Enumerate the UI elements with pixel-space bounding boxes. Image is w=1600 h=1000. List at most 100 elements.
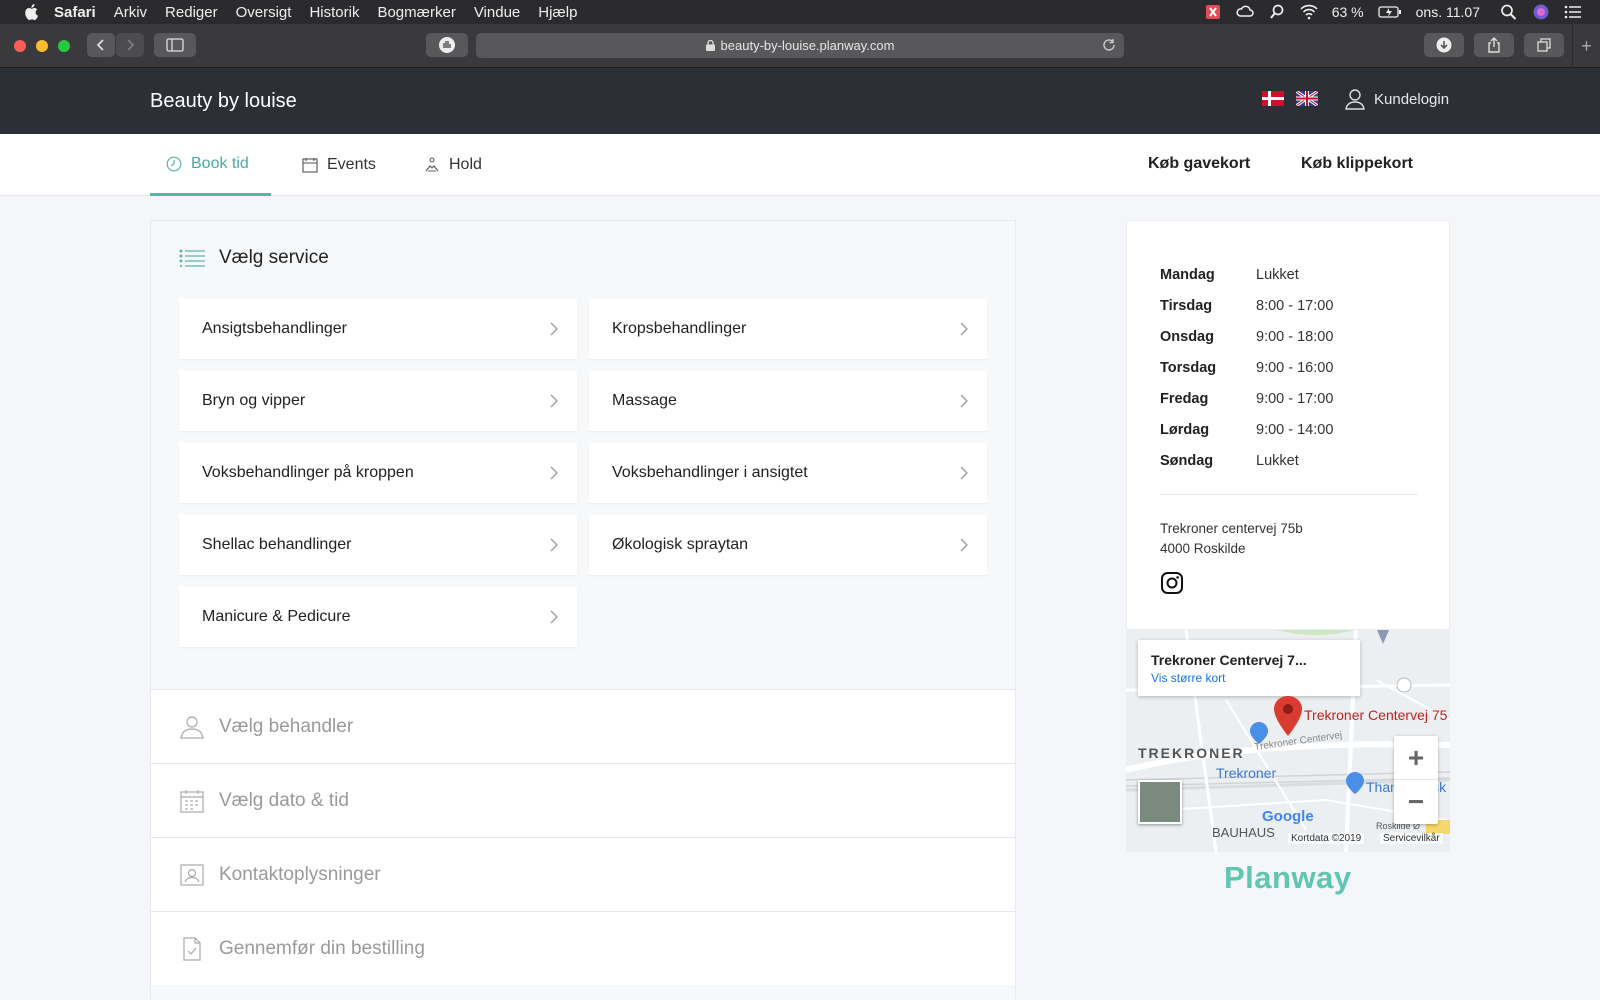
buy-punchcard-link[interactable]: Køb klippekort: [1301, 155, 1413, 173]
buy-giftcard-link[interactable]: Køb gavekort: [1148, 155, 1250, 173]
map-terms-link[interactable]: Servicevilkår: [1380, 833, 1443, 844]
day-label: Tirsdag: [1160, 297, 1213, 314]
chevron-right-icon: [550, 322, 558, 336]
time-label: 9:00 - 14:00: [1256, 421, 1334, 438]
time-label: 9:00 - 18:00: [1256, 328, 1334, 345]
map-pin-label: Trekroner Centervej 75: [1304, 707, 1448, 723]
reload-icon[interactable]: [1102, 38, 1116, 52]
tab-label: Hold: [449, 156, 482, 173]
download-icon: [1436, 37, 1452, 53]
chevron-right-icon: [550, 466, 558, 480]
tab-events[interactable]: Events: [302, 134, 376, 196]
sidebar-toggle-button[interactable]: [154, 33, 196, 57]
step-label: Vælg behandler: [219, 715, 354, 737]
menu-bogmaerker[interactable]: Bogmærker: [377, 4, 455, 21]
privacy-button[interactable]: [426, 33, 468, 57]
service-label: Kropsbehandlinger: [612, 320, 747, 337]
siri-icon[interactable]: [1532, 4, 1550, 20]
step-contact-info[interactable]: Kontaktoplysninger: [151, 837, 1015, 911]
menu-arkiv[interactable]: Arkiv: [114, 4, 147, 21]
minimize-window-button[interactable]: [36, 40, 48, 52]
forward-button[interactable]: [116, 33, 144, 57]
service-item[interactable]: Voksbehandlinger på kroppen: [179, 443, 577, 503]
instagram-icon[interactable]: [1160, 571, 1184, 595]
wifi-icon[interactable]: [1300, 4, 1318, 20]
day-label: Mandag: [1160, 266, 1215, 283]
view-larger-map-link[interactable]: Vis større kort: [1151, 671, 1360, 685]
planway-logo[interactable]: Planway: [1224, 860, 1352, 896]
brand-name[interactable]: Beauty by louise: [150, 90, 297, 113]
downloads-button[interactable]: [1424, 33, 1464, 57]
user-icon: [1345, 89, 1365, 110]
service-item[interactable]: Bryn og vipper: [179, 371, 577, 431]
map-data-credit: Kortdata ©2019: [1288, 833, 1365, 844]
service-item[interactable]: Manicure & Pedicure: [179, 587, 577, 647]
apple-icon[interactable]: [24, 4, 38, 20]
notification-center-icon[interactable]: [1564, 4, 1582, 20]
time-label: Lukket: [1256, 266, 1299, 283]
browser-toolbar: beauty-by-louise.planway.com +: [0, 24, 1600, 68]
zoom-window-button[interactable]: [58, 40, 70, 52]
customer-login-link[interactable]: Kundelogin: [1345, 88, 1449, 110]
service-item[interactable]: Shellac behandlinger: [179, 515, 577, 575]
battery-charging-icon[interactable]: [1377, 4, 1402, 20]
tab-hold[interactable]: Hold: [424, 134, 482, 196]
address-line: 4000 Roskilde: [1160, 541, 1246, 556]
chevron-right-icon: [550, 394, 558, 408]
menu-app-safari[interactable]: Safari: [54, 4, 96, 21]
location-map[interactable]: Trekroner Centervej 7... Vis større kort…: [1126, 630, 1450, 852]
macos-menu-bar: Safari Arkiv Rediger Oversigt Historik B…: [0, 0, 1600, 24]
step-choose-date[interactable]: Vælg dato & tid: [151, 763, 1015, 837]
service-item[interactable]: Økologisk spraytan: [589, 515, 987, 575]
menu-vindue[interactable]: Vindue: [474, 4, 520, 21]
menu-historik[interactable]: Historik: [309, 4, 359, 21]
spotlight-alt-icon[interactable]: [1268, 4, 1286, 20]
menu-clock[interactable]: ons. 11.07: [1416, 4, 1480, 20]
search-icon[interactable]: [1500, 4, 1518, 20]
danish-flag-icon[interactable]: [1262, 91, 1284, 106]
menu-oversigt[interactable]: Oversigt: [236, 4, 292, 21]
time-label: 9:00 - 17:00: [1256, 390, 1334, 407]
new-tab-button[interactable]: +: [1572, 24, 1600, 68]
back-button[interactable]: [87, 33, 115, 57]
tabs-overview-button[interactable]: [1524, 33, 1564, 57]
customer-login-label: Kundelogin: [1374, 90, 1450, 108]
yoga-icon: [425, 157, 439, 172]
booking-card: Vælg service Ansigtsbehandlinger Kropsbe…: [150, 220, 1016, 1000]
tab-book-tid[interactable]: Book tid: [150, 134, 271, 196]
app-status-icon[interactable]: [1204, 4, 1222, 20]
step-label: Kontaktoplysninger: [219, 863, 381, 885]
service-label: Voksbehandlinger i ansigtet: [612, 464, 808, 481]
calendar-icon: [180, 789, 204, 813]
zoom-in-button[interactable]: +: [1394, 736, 1438, 780]
hours-row: Onsdag 9:00 - 18:00: [1160, 321, 1333, 352]
service-item[interactable]: Massage: [589, 371, 987, 431]
menu-rediger[interactable]: Rediger: [165, 4, 218, 21]
day-label: Torsdag: [1160, 359, 1217, 376]
close-window-button[interactable]: [14, 40, 26, 52]
step-complete-booking[interactable]: Gennemfør din bestilling: [151, 911, 1015, 985]
step-choose-therapist[interactable]: Vælg behandler: [151, 689, 1015, 763]
satellite-toggle[interactable]: [1138, 780, 1182, 824]
share-button[interactable]: [1474, 33, 1514, 57]
zoom-out-button[interactable]: −: [1394, 780, 1438, 824]
choose-service-header: Vælg service: [179, 247, 329, 269]
address: Trekroner centervej 75b 4000 Roskilde: [1160, 519, 1303, 559]
address-bar[interactable]: beauty-by-louise.planway.com: [476, 33, 1124, 58]
service-item[interactable]: Ansigtsbehandlinger: [179, 299, 577, 359]
chevron-left-icon: [96, 39, 104, 51]
map-pin-icon[interactable]: [1274, 696, 1302, 736]
chevron-right-icon: [960, 538, 968, 552]
divider: [1160, 494, 1418, 495]
chevron-right-icon: [960, 466, 968, 480]
day-label: Onsdag: [1160, 328, 1214, 345]
map-card-title: Trekroner Centervej 7...: [1151, 652, 1307, 668]
cloud-sync-icon[interactable]: [1236, 4, 1254, 20]
service-label: Voksbehandlinger på kroppen: [202, 464, 414, 481]
service-item[interactable]: Kropsbehandlinger: [589, 299, 987, 359]
person-icon: [180, 715, 204, 739]
menu-hjaelp[interactable]: Hjælp: [538, 4, 577, 21]
hours-row: Lørdag 9:00 - 14:00: [1160, 414, 1333, 445]
service-item[interactable]: Voksbehandlinger i ansigtet: [589, 443, 987, 503]
uk-flag-icon[interactable]: [1296, 91, 1318, 106]
